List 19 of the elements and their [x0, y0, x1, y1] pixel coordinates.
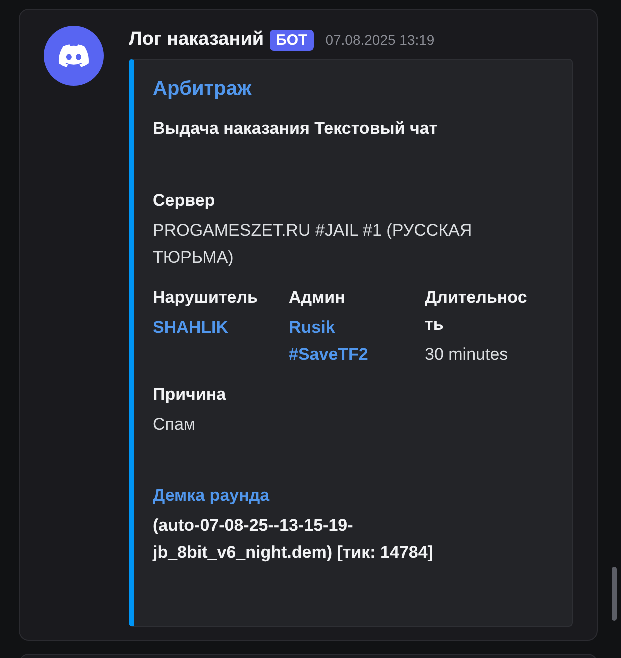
field-value: 30 minutes [425, 344, 510, 366]
field-value: (auto-07-08-25--13-15-19-jb_8bit_v6_night.dem) [тик: 14784] [153, 515, 434, 564]
avatar-icon[interactable] [44, 26, 104, 86]
timestamp: 07.08.2025 13:19 [326, 32, 435, 48]
field-name: Сервер [153, 190, 216, 212]
author-name[interactable]: Лог наказаний [129, 29, 264, 51]
embed-description: Выдача наказания Текстовый чат [153, 119, 439, 139]
field-value: PROGAMESZET.RU #JAIL #1 (РУССКАЯ ТЮРЬМА) [153, 220, 474, 269]
field-name: Демка раунда [153, 485, 271, 507]
field-value[interactable]: SHAHLIK [153, 314, 261, 341]
field-value[interactable]: Rusik #SaveTF2 [289, 314, 397, 368]
field-name: Причина [153, 384, 228, 406]
field-name: Админ [289, 287, 346, 309]
bot-badge: БОТ [270, 30, 314, 50]
field-name: Нарушитель [153, 287, 259, 309]
scrollbar[interactable] [612, 567, 617, 621]
embed-title[interactable]: Арбитраж [153, 78, 552, 101]
field-name: Длительность [425, 287, 528, 336]
field-value: Спам [153, 414, 197, 436]
